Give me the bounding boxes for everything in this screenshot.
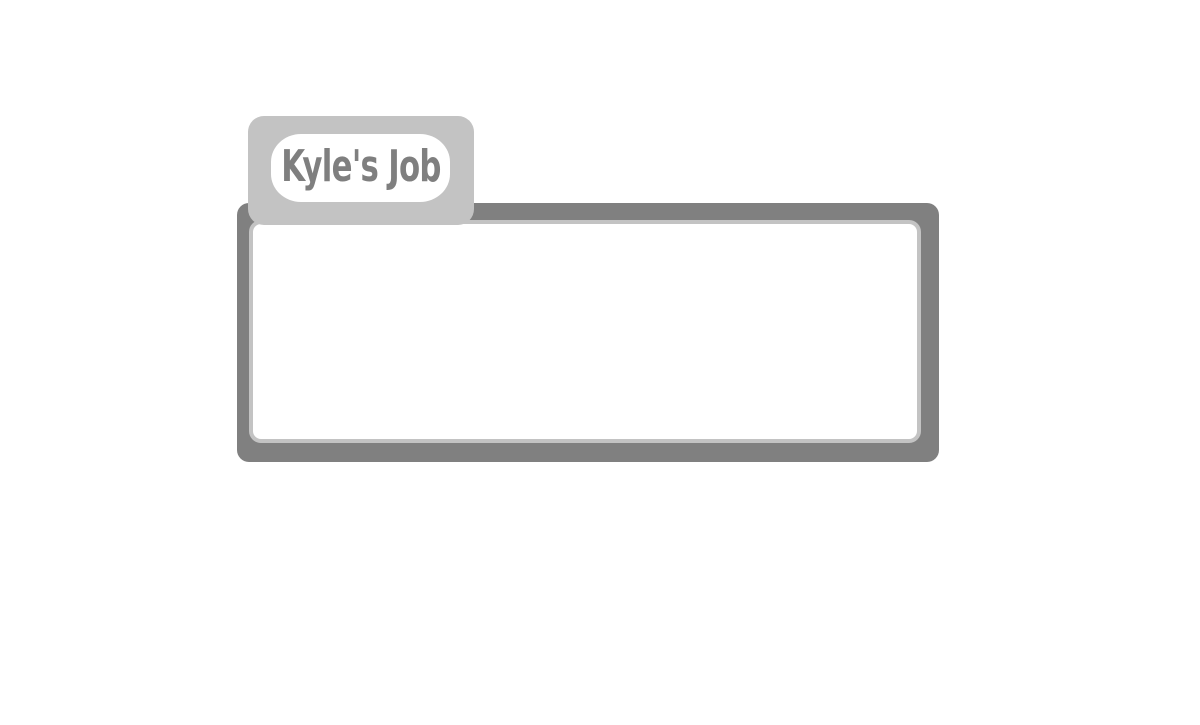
panel-content-area[interactable] xyxy=(249,220,921,443)
panel-title-text: Kyle's Job xyxy=(280,141,441,192)
panel-title-label: Kyle's Job xyxy=(271,134,450,202)
